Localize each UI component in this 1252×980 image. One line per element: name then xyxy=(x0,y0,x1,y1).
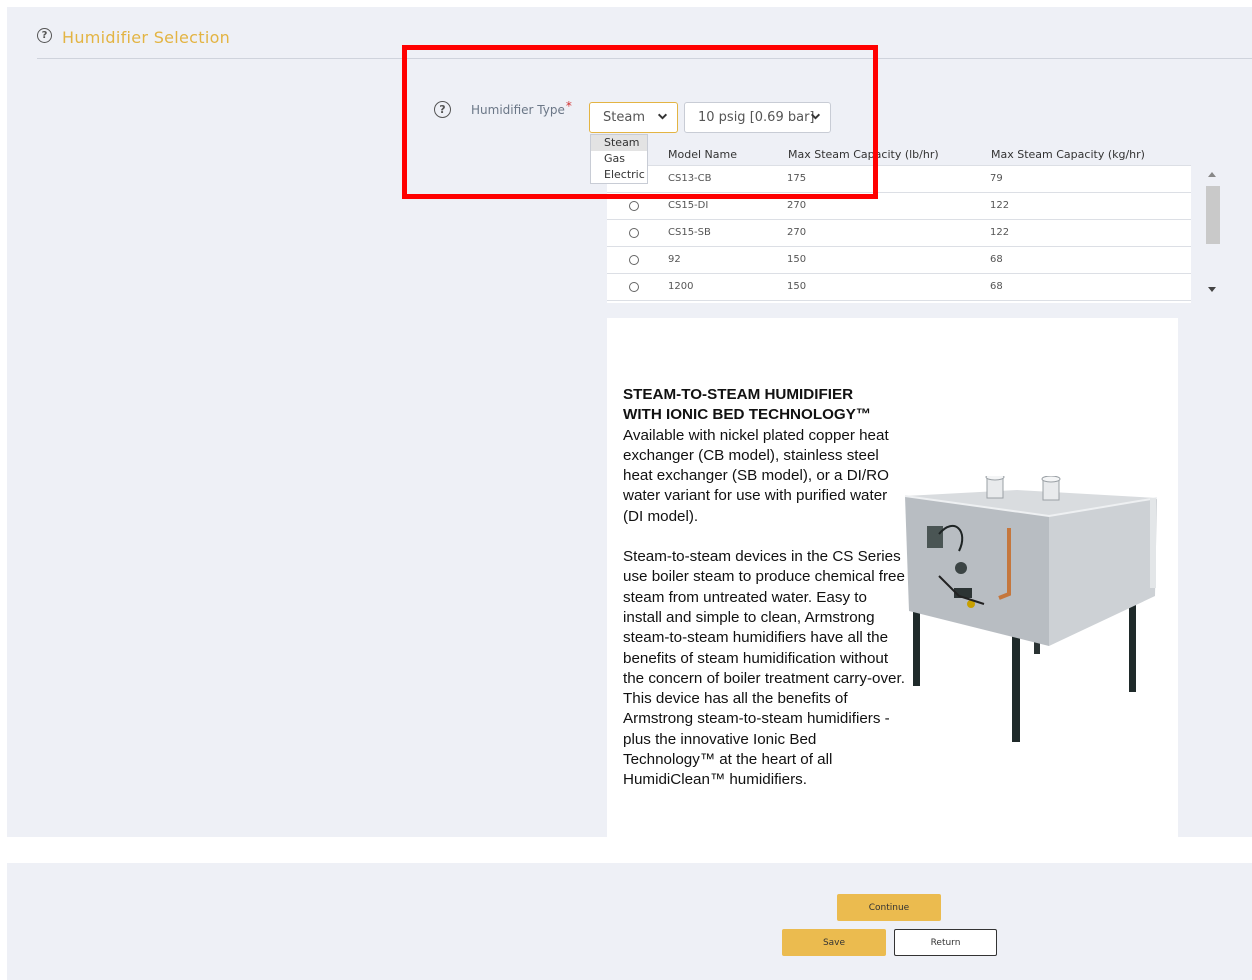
capacity-lbhr: 270 xyxy=(787,227,807,238)
description-paragraph-1: Available with nickel plated copper heat… xyxy=(623,426,889,525)
humidifier-type-select[interactable]: Steam xyxy=(589,102,678,133)
section-header: ? Humidifier Selection xyxy=(37,28,1252,59)
model-table: CS13-CB 175 79 CS15-DI 270 122 CS15-SB 2… xyxy=(607,165,1191,303)
model-name: 1200 xyxy=(668,281,694,292)
humidifier-type-dropdown: Steam Gas Electric xyxy=(590,134,648,184)
header-model-name: Model Name xyxy=(668,148,737,161)
product-info-card: STEAM-TO-STEAM HUMIDIFIER WITH IONIC BED… xyxy=(607,318,1178,837)
table-row[interactable]: CS15-SB 270 122 xyxy=(607,220,1191,247)
continue-button[interactable]: Continue xyxy=(837,894,941,921)
capacity-lbhr: 150 xyxy=(787,281,807,292)
table-row[interactable]: 1200 150 68 xyxy=(607,274,1191,301)
table-row[interactable]: CS15-DI 270 122 xyxy=(607,193,1191,220)
option-electric[interactable]: Electric xyxy=(591,167,647,183)
scroll-up-icon[interactable] xyxy=(1207,170,1217,178)
model-radio[interactable] xyxy=(629,228,639,238)
capacity-kghr: 68 xyxy=(990,281,1003,292)
table-scrollbar[interactable] xyxy=(1203,166,1221,303)
header-capacity-lbhr: Max Steam Capacity (lb/hr) xyxy=(788,148,939,161)
type-select-value: Steam xyxy=(603,110,645,125)
save-button[interactable]: Save xyxy=(782,929,886,956)
type-label-text: Humidifier Type xyxy=(471,103,565,117)
capacity-kghr: 122 xyxy=(990,200,1010,211)
pressure-select-value: 10 psig [0.69 bar] xyxy=(698,110,815,125)
table-header: Model Name Max Steam Capacity (lb/hr) Ma… xyxy=(668,146,1208,164)
header-capacity-kghr: Max Steam Capacity (kg/hr) xyxy=(991,148,1145,161)
capacity-kghr: 68 xyxy=(990,254,1003,265)
action-panel xyxy=(7,863,1252,980)
steam-pressure-select[interactable]: 10 psig [0.69 bar] xyxy=(684,102,831,133)
capacity-lbhr: 270 xyxy=(787,200,807,211)
model-radio[interactable] xyxy=(629,282,639,292)
model-name: CS15-DI xyxy=(668,200,709,211)
description-paragraph-2: Steam-to-steam devices in the CS Series … xyxy=(623,548,905,789)
model-radio[interactable] xyxy=(629,255,639,265)
capacity-lbhr: 150 xyxy=(787,254,807,265)
chevron-down-icon xyxy=(810,113,821,120)
model-name: 92 xyxy=(668,254,681,265)
product-title: STEAM-TO-STEAM HUMIDIFIER WITH IONIC BED… xyxy=(623,385,908,426)
table-row[interactable]: CS13-CB 175 79 xyxy=(607,166,1191,193)
humidifier-product-image xyxy=(904,476,1158,742)
section-title: Humidifier Selection xyxy=(62,28,231,47)
model-name: CS13-CB xyxy=(668,173,712,184)
product-description: STEAM-TO-STEAM HUMIDIFIER WITH IONIC BED… xyxy=(623,385,908,791)
scroll-thumb[interactable] xyxy=(1206,186,1220,244)
required-mark: * xyxy=(565,99,572,113)
model-radio[interactable] xyxy=(629,201,639,211)
model-name: CS15-SB xyxy=(668,227,711,238)
humidifier-type-label: Humidifier Type* xyxy=(471,99,572,117)
return-button[interactable]: Return xyxy=(894,929,997,956)
capacity-lbhr: 175 xyxy=(787,173,807,184)
capacity-kghr: 122 xyxy=(990,227,1010,238)
option-gas[interactable]: Gas xyxy=(591,151,647,167)
type-help-icon[interactable]: ? xyxy=(434,101,451,118)
option-steam[interactable]: Steam xyxy=(591,135,647,151)
product-title-line2: WITH IONIC BED TECHNOLOGY™ xyxy=(623,406,872,424)
capacity-kghr: 79 xyxy=(990,173,1003,184)
help-icon[interactable]: ? xyxy=(37,28,52,43)
product-title-line1: STEAM-TO-STEAM HUMIDIFIER xyxy=(623,386,854,403)
table-row[interactable]: 92 150 68 xyxy=(607,247,1191,274)
scroll-down-icon[interactable] xyxy=(1207,286,1217,294)
chevron-down-icon xyxy=(657,113,668,120)
